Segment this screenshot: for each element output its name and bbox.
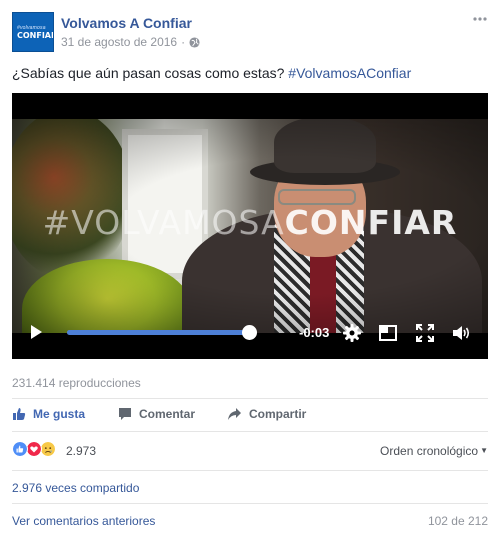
post-message: ¿Sabías que aún pasan cosas como estas? … [12,65,411,81]
page-name-link[interactable]: Volvamos A Confiar [61,15,192,31]
thumbs-up-icon [13,408,26,420]
settings-gear-icon[interactable] [342,323,362,343]
volume-icon[interactable] [451,323,471,343]
share-button[interactable]: Compartir [227,407,306,421]
post-action-bar: Me gusta Comentar Compartir [12,403,488,427]
love-reaction-icon[interactable] [26,441,42,457]
overlay-text-strong: CONFIAR [284,203,458,242]
progress-bar[interactable] [67,325,258,340]
time-remaining: -0:03 [299,325,330,340]
video-view-count: 231.414 reproducciones [12,376,141,390]
like-reaction-icon[interactable] [12,441,28,457]
sad-reaction-icon[interactable] [40,441,56,457]
view-previous-comments-link[interactable]: Ver comentarios anteriores [12,514,155,528]
post-meta: 31 de agosto de 2016 · [61,35,200,49]
video-hashtag-overlay: #VOLVAMOSACONFIAR [12,203,488,242]
post-header: #volvamosa CONFIAR Volvamos A Confiar 31… [12,12,488,54]
divider [12,503,488,504]
share-label: Compartir [249,407,307,421]
divider [12,398,488,399]
share-count-link[interactable]: 2.976 veces compartido [12,481,139,495]
overlay-text-light: #VOLVAMOSA [42,203,285,242]
more-options-icon[interactable] [472,14,488,24]
chevron-down-icon: ▼ [480,446,488,455]
hashtag-link[interactable]: #VolvamosAConfiar [288,65,411,81]
comment-order-dropdown[interactable]: Orden cronológico ▼ [380,444,488,458]
share-arrow-icon [228,408,241,420]
reactions-summary: 2.973 Orden cronológico ▼ [12,441,488,461]
progress-fill [67,330,250,335]
progress-scrubber[interactable] [242,325,258,340]
fullscreen-icon[interactable] [415,323,435,343]
globe-icon [189,36,200,48]
comment-label: Comentar [139,407,196,421]
avatar-text-bottom: CONFIAR [17,31,54,40]
comment-button[interactable]: Comentar [118,407,195,421]
post-date[interactable]: 31 de agosto de 2016 [61,35,177,49]
video-player[interactable]: #VOLVAMOSACONFIAR -0:03 [12,93,488,359]
meta-separator: · [181,35,186,49]
play-icon[interactable] [28,324,44,340]
page-avatar[interactable]: #volvamosa CONFIAR [12,12,54,52]
comment-pagination-count: 102 de 212 [427,514,488,528]
like-label: Me gusta [33,407,86,421]
post-message-text: ¿Sabías que aún pasan cosas como estas? [12,65,289,81]
pop-out-player-icon[interactable] [378,323,398,343]
divider [12,470,488,471]
like-button[interactable]: Me gusta [12,407,85,421]
reaction-count[interactable]: 2.973 [66,444,96,458]
comment-bubble-icon [119,408,131,420]
comment-order-label: Orden cronológico [380,444,479,458]
video-controls: -0:03 [12,318,488,346]
divider [12,431,488,432]
